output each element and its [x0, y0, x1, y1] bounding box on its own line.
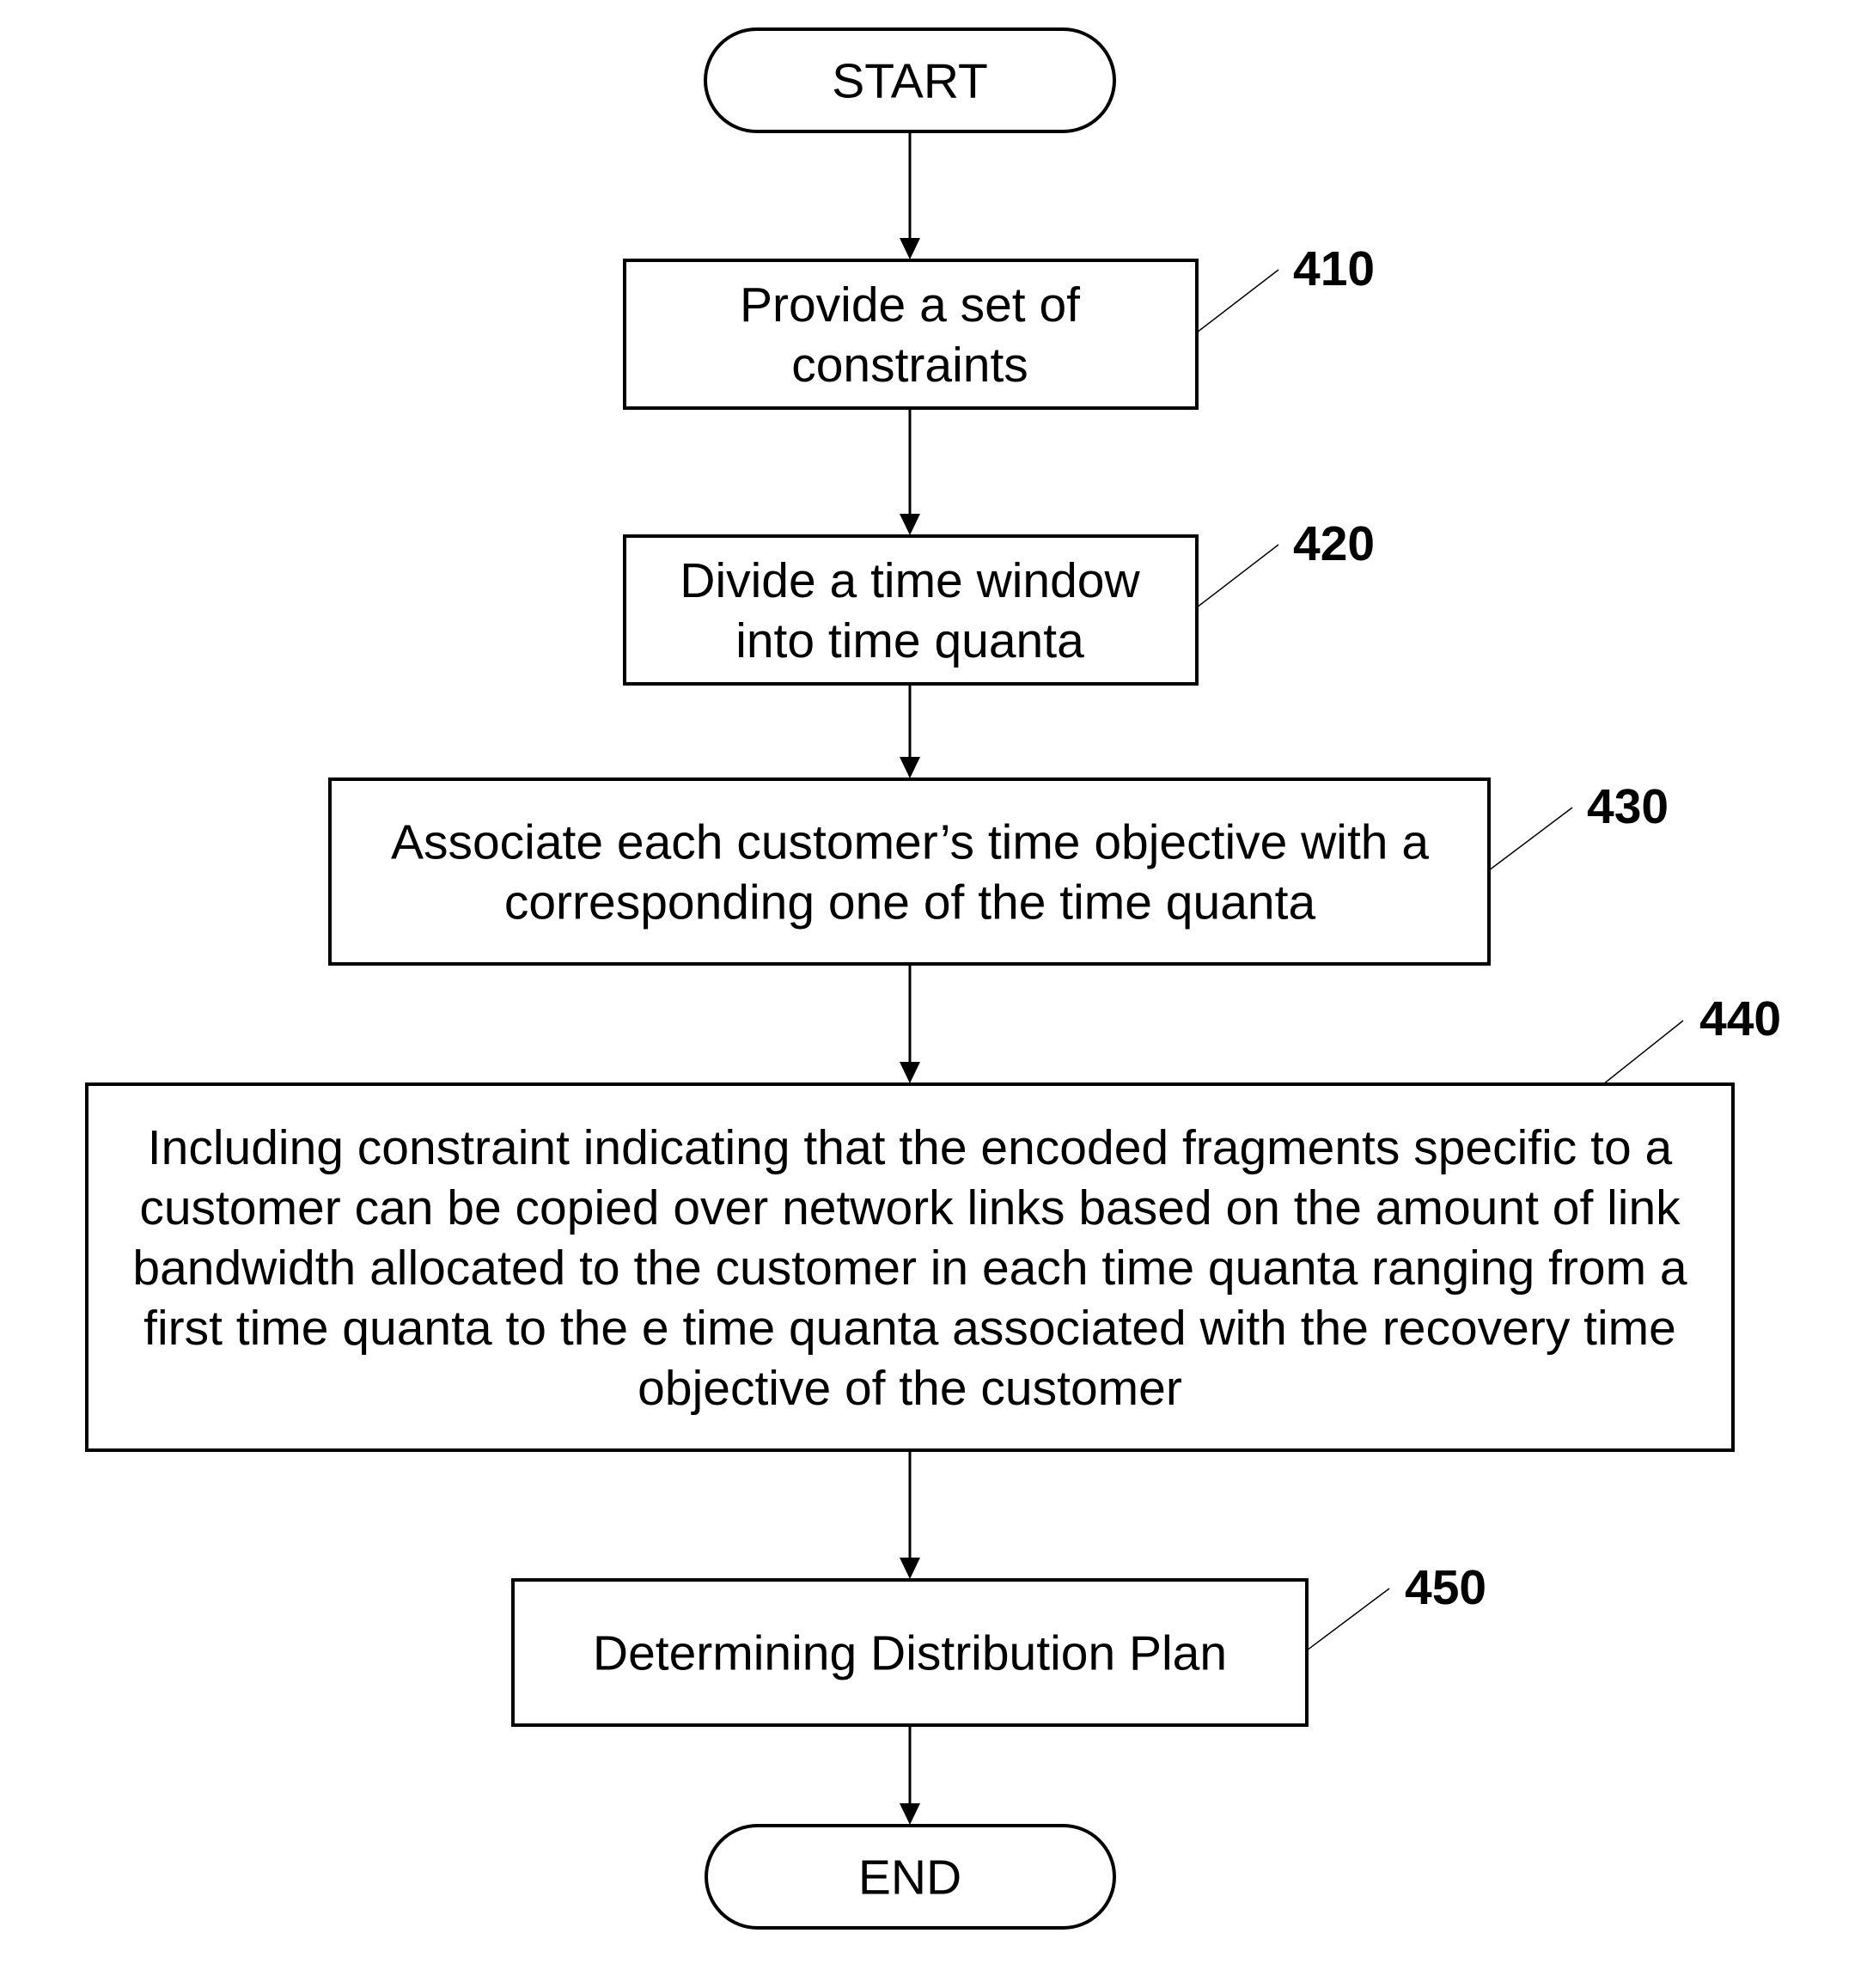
leader-line: [1196, 269, 1279, 333]
reference-numeral-430: 430: [1587, 779, 1669, 834]
arrowhead-icon: [900, 514, 920, 535]
step-text-line: first time quanta to the e time quanta a…: [143, 1301, 1676, 1356]
step-text-line: Divide a time window: [680, 553, 1140, 608]
step-450-box: Determining Distribution Plan: [511, 1578, 1309, 1727]
start-terminator: START: [704, 27, 1116, 133]
step-text-line: into time quanta: [735, 613, 1084, 668]
arrowhead-icon: [900, 1558, 920, 1579]
leader-line: [1196, 544, 1279, 608]
step-440-box: Including constraint indicating that the…: [85, 1082, 1735, 1452]
step-410-box: Provide a set of constraints: [623, 259, 1199, 410]
arrowhead-icon: [900, 1062, 920, 1083]
reference-numeral-450: 450: [1405, 1560, 1486, 1615]
leader-line: [1602, 1020, 1684, 1085]
process-shape: [328, 778, 1491, 966]
step-text-line: Associate each customer’s time objective…: [391, 815, 1429, 870]
end-terminator: END: [705, 1824, 1116, 1930]
step-text-line: bandwidth allocated to the customer in e…: [132, 1241, 1687, 1296]
arrowhead-icon: [900, 238, 920, 259]
step-text-line: Determining Distribution Plan: [593, 1626, 1227, 1681]
step-text-line: END: [858, 1851, 961, 1906]
arrowhead-icon: [900, 1803, 920, 1825]
leader-line: [1488, 807, 1573, 871]
reference-numeral-410: 410: [1293, 241, 1375, 296]
step-text-line: corresponding one of the time quanta: [504, 875, 1316, 930]
step-text-line: objective of the customer: [638, 1361, 1182, 1416]
reference-numeral-440: 440: [1699, 991, 1781, 1046]
step-420-box: Divide a time windowinto time quanta: [623, 534, 1199, 686]
reference-numeral-420: 420: [1293, 516, 1375, 571]
arrowhead-icon: [900, 757, 920, 778]
step-text-line: constraints: [791, 338, 1028, 393]
step-text-line: customer can be copied over network link…: [139, 1180, 1681, 1235]
flowchart: START Provide a set of constraints 410 Divid…: [85, 27, 1781, 1930]
leader-line: [1306, 1588, 1390, 1651]
step-text-line: Provide a set of: [740, 277, 1080, 332]
step-430-box: Associate each customer’s time objective…: [328, 778, 1491, 966]
step-text-line: START: [832, 54, 988, 109]
step-text-line: Including constraint indicating that the…: [148, 1120, 1673, 1175]
